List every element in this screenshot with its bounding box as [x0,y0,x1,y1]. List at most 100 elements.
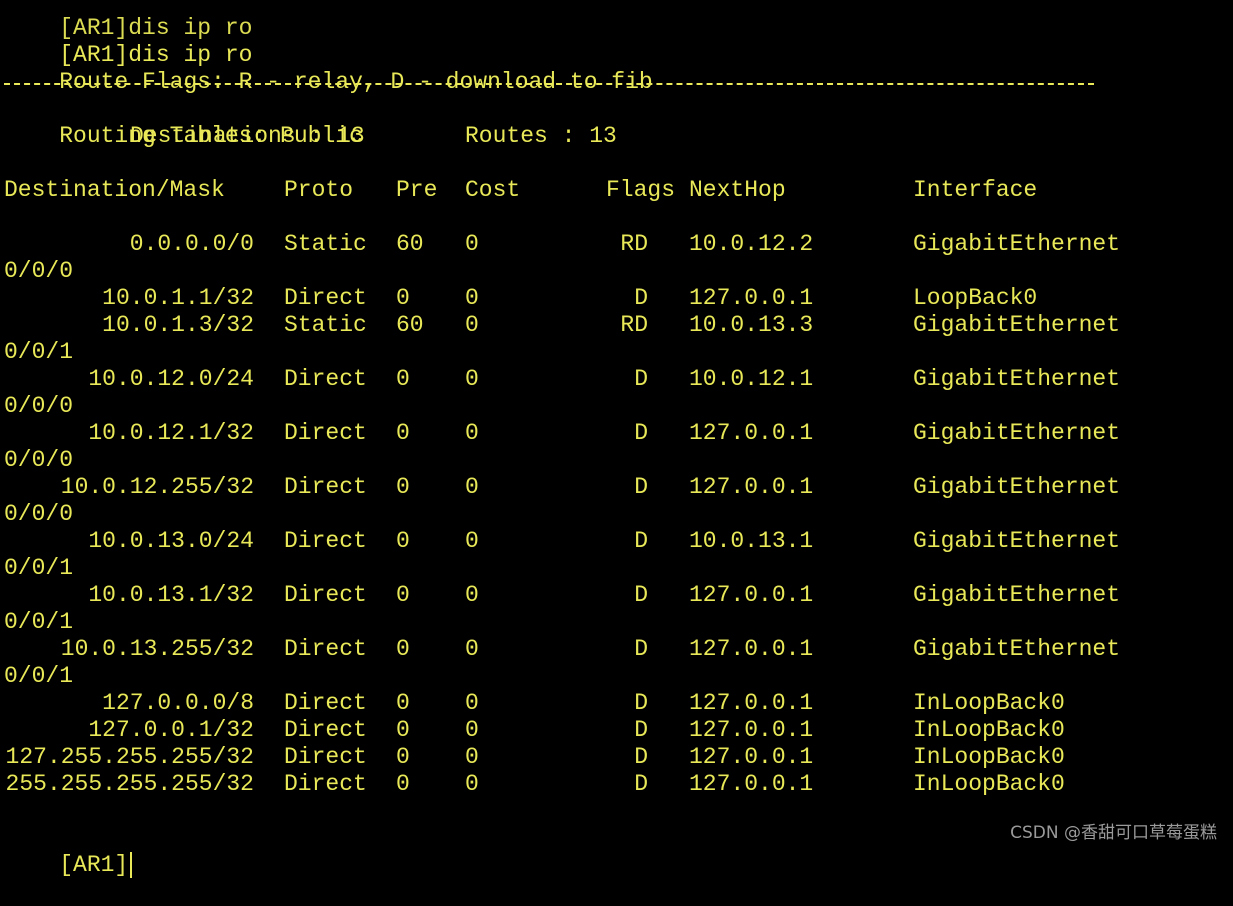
flags-legend-line: Route Flags: R - relay, D - download to … [4,42,1233,95]
interface-wrap-line: 0/0/0 [4,393,1233,420]
cell-destination: 127.0.0.0/8 [102,690,254,716]
cell-flags: D [634,474,648,500]
cell-proto: Static [284,231,367,257]
text-cursor [130,852,133,878]
table-row: 10.0.13.1/32 Direct 0 0 D 127.0.0.1 GigabitEth… [4,582,1233,609]
cell-nexthop: 127.0.0.1 [689,636,814,662]
interface-wrap-line: 0/0/1 [4,609,1233,636]
cell-proto: Direct [284,285,367,311]
cell-nexthop: 127.0.0.1 [689,744,814,770]
cell-flags: D [634,366,648,392]
cell-cost: 0 [465,744,479,770]
cell-nexthop: 127.0.0.1 [689,474,814,500]
cell-cost: 0 [465,474,479,500]
cell-destination: 127.255.255.255/32 [5,744,254,770]
cell-nexthop: 127.0.0.1 [689,582,814,608]
cell-cost: 0 [465,771,479,797]
cell-pre: 0 [396,528,410,554]
watermark: CSDN @香甜可口草莓蛋糕 [1010,823,1217,843]
cell-interface: LoopBack0 [913,285,1038,311]
cell-proto: Direct [284,771,367,797]
cell-destination: 10.0.12.255/32 [60,474,254,500]
table-row: 127.255.255.255/32 Direct 0 0 D 127.0.0.1 InLo… [4,744,1233,771]
cell-nexthop: 127.0.0.1 [689,690,814,716]
cell-destination: 10.0.13.255/32 [60,636,254,662]
cell-flags: D [634,636,648,662]
cell-destination: 10.0.1.3/32 [102,312,254,338]
interface-wrap-line: 0/0/1 [4,555,1233,582]
cell-flags: D [634,528,648,554]
destinations-count: Destinations : 13 [130,123,365,149]
separator-line [4,69,1233,96]
header-nexthop: NextHop [689,177,786,203]
header-interface: Interface [913,177,1038,203]
command-line: [AR1]dis ip ro [4,15,1233,68]
cell-destination: 255.255.255.255/32 [5,771,254,797]
cell-pre: 60 [396,312,424,338]
cell-interface: GigabitEthernet [913,420,1121,446]
interface-wrap-line: 0/0/0 [4,258,1233,285]
cell-cost: 0 [465,285,479,311]
cell-interface: InLoopBack0 [913,717,1065,743]
interface-wrap-line: 0/0/0 [4,447,1233,474]
cell-flags: RD [620,231,648,257]
cell-cost: 0 [465,636,479,662]
cell-cost: 0 [465,690,479,716]
cell-cost: 0 [465,717,479,743]
cell-nexthop: 127.0.0.1 [689,285,814,311]
cell-proto: Direct [284,420,367,446]
table-row: 255.255.255.255/32 Direct 0 0 D 127.0.0.1 InLo… [4,771,1233,798]
cell-pre: 0 [396,474,410,500]
table-row: 10.0.13.255/32 Direct 0 0 D 127.0.0.1 GigabitE… [4,636,1233,663]
header-cost: Cost [465,177,521,203]
cell-interface: InLoopBack0 [913,771,1065,797]
table-row: 10.0.12.0/24 Direct 0 0 D 10.0.12.1 GigabitEth… [4,366,1233,393]
cell-proto: Direct [284,366,367,392]
cell-interface: GigabitEthernet [913,636,1121,662]
table-row: 127.0.0.1/32 Direct 0 0 D 127.0.0.1 InLoopBack… [4,717,1233,744]
table-row: 10.0.1.3/32 Static 60 0 RD 10.0.13.3 GigabitEt… [4,312,1233,339]
cell-flags: RD [620,312,648,338]
cell-flags: D [634,582,648,608]
terminal-screen[interactable]: [AR1]dis ip ro [AR1]dis ip ro Route Flag… [4,0,1233,878]
cell-pre: 0 [396,744,410,770]
cell-proto: Direct [284,528,367,554]
cell-nexthop: 127.0.0.1 [689,420,814,446]
cell-interface-continuation: 0/0/1 [4,555,74,581]
table-row: 10.0.12.255/32 Direct 0 0 D 127.0.0.1 GigabitE… [4,474,1233,501]
routes-count: Routes : 13 [465,123,617,149]
table-row: 127.0.0.0/8 Direct 0 0 D 127.0.0.1 InLoopBack0 [4,690,1233,717]
cell-interface-continuation: 0/0/0 [4,447,74,473]
cell-interface: InLoopBack0 [913,744,1065,770]
cell-flags: D [634,285,648,311]
cell-destination: 10.0.12.0/24 [88,366,254,392]
cell-pre: 0 [396,285,410,311]
partial-output-line: [AR1]dis ip ro [4,0,1233,41]
cell-nexthop: 127.0.0.1 [689,771,814,797]
cell-interface-continuation: 0/0/1 [4,339,74,365]
table-title-line: Routing Tables: Public [4,96,1233,149]
table-header-row: Destination/Mask Proto Pre Cost Flags Ne… [4,177,1233,204]
cell-flags: D [634,771,648,797]
header-flags: Flags [606,177,676,203]
cell-nexthop: 127.0.0.1 [689,717,814,743]
cell-flags: D [634,420,648,446]
cell-pre: 0 [396,366,410,392]
table-row: 0.0.0.0/0 Static 60 0 RD 10.0.12.2 GigabitEthe… [4,231,1233,258]
cell-pre: 0 [396,690,410,716]
prompt-text: [AR1] [59,852,129,879]
cell-flags: D [634,690,648,716]
route-table: 0.0.0.0/0 Static 60 0 RD 10.0.12.2 GigabitEthe… [4,231,1233,798]
cell-pre: 0 [396,420,410,446]
cell-proto: Direct [284,474,367,500]
cell-nexthop: 10.0.12.1 [689,366,814,392]
cell-interface-continuation: 0/0/0 [4,393,74,419]
cell-nexthop: 10.0.13.3 [689,312,814,338]
cell-cost: 0 [465,420,479,446]
cell-interface: GigabitEthernet [913,582,1121,608]
cell-proto: Direct [284,636,367,662]
cell-interface: GigabitEthernet [913,231,1121,257]
cell-proto: Static [284,312,367,338]
cell-pre: 60 [396,231,424,257]
